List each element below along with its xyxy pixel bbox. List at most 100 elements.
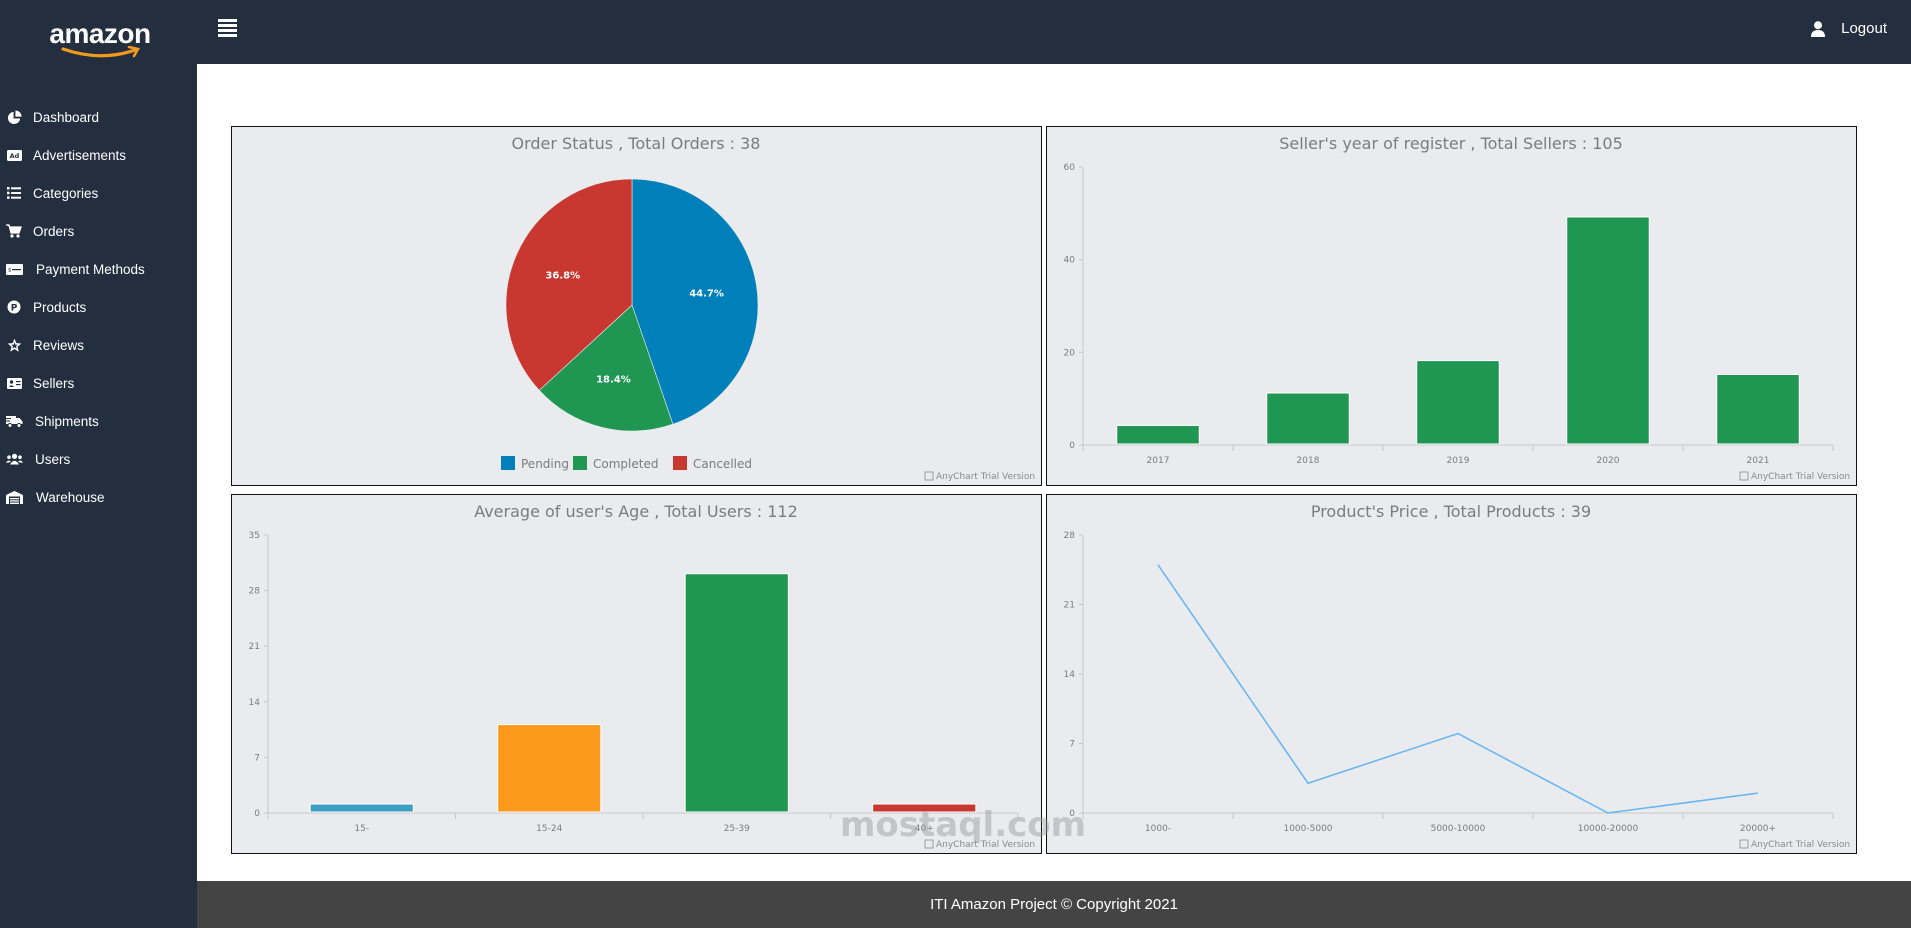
sidebar-item-payment-methods[interactable]: $ Payment Methods	[0, 250, 197, 288]
sidebar-item-label: Warehouse	[36, 489, 105, 505]
y-tick-label: 0	[1069, 809, 1075, 819]
chart-title: Order Status , Total Orders : 38	[512, 134, 761, 153]
bar-25-39	[684, 573, 789, 813]
hamburger-menu-icon[interactable]	[218, 19, 237, 38]
sidebar-item-dashboard[interactable]: Dashboard	[0, 98, 197, 136]
sidebar: amazon Dashboard Ad Advertisements Categ…	[0, 0, 197, 928]
chart-pie-icon	[6, 109, 22, 124]
ad-icon: Ad	[6, 148, 22, 162]
chart-credit: AnyChart Trial Version	[936, 840, 1035, 850]
amazon-logo[interactable]: amazon	[45, 18, 155, 58]
sidebar-item-label: Sellers	[33, 375, 75, 391]
shopping-cart-icon	[6, 224, 22, 238]
sidebar-item-label: Orders	[33, 223, 75, 239]
pie-slice-label: 44.7%	[689, 289, 724, 300]
sidebar-item-label: Shipments	[35, 413, 99, 429]
x-tick-label: 10000-20000	[1578, 824, 1639, 834]
y-tick-label: 14	[249, 698, 261, 708]
sidebar-item-sellers[interactable]: Sellers	[0, 364, 197, 402]
y-tick-label: 7	[1069, 740, 1075, 750]
users-age-bar-chart: Average of user's Age , Total Users : 11…	[249, 502, 1036, 850]
sidebar-item-orders[interactable]: Orders	[0, 212, 197, 250]
anychart-logo-icon	[924, 839, 934, 849]
sidebar-item-label: Dashboard	[33, 109, 100, 125]
list-icon	[6, 186, 22, 200]
legend-swatch-completed	[573, 456, 587, 470]
bar-2021	[1716, 374, 1800, 445]
y-tick-label: 21	[1064, 601, 1075, 611]
shipping-truck-icon	[6, 414, 23, 428]
user-icon	[1811, 20, 1826, 37]
anychart-logo-icon	[1739, 839, 1749, 849]
sidebar-item-label: Categories	[33, 185, 99, 201]
y-tick-label: 60	[1064, 163, 1076, 173]
y-tick-label: 7	[254, 753, 260, 763]
legend-item-label: Pending	[521, 457, 569, 471]
x-tick-label: 1000-	[1145, 824, 1171, 834]
users-age-chart-card: Average of user's Age , Total Users : 11…	[231, 494, 1042, 854]
id-card-icon	[6, 376, 22, 390]
sidebar-item-label: Reviews	[33, 337, 85, 353]
y-tick-label: 28	[1064, 531, 1076, 541]
sidebar-item-advertisements[interactable]: Ad Advertisements	[0, 136, 197, 174]
pie-slice-label: 18.4%	[596, 374, 631, 385]
chart-credit: AnyChart Trial Version	[1751, 472, 1850, 482]
chart-title: Seller's year of register , Total Seller…	[1279, 134, 1623, 153]
bar-2018	[1266, 392, 1350, 445]
sidebar-item-label: Users	[35, 451, 71, 467]
sidebar-item-reviews[interactable]: Reviews	[0, 326, 197, 364]
product-p-icon: P	[6, 300, 22, 314]
footer-copyright: ITI Amazon Project © Copyright 2021	[930, 896, 1178, 913]
anychart-logo-icon	[1739, 471, 1749, 481]
order-status-pie-chart: Order Status , Total Orders : 38 44.7% 18.…	[501, 134, 1035, 482]
sidebar-item-label: Products	[33, 299, 87, 315]
y-tick-label: 0	[254, 809, 260, 819]
y-tick-label: 14	[1064, 670, 1076, 680]
top-navbar: Logout	[197, 0, 1911, 64]
sidebar-item-label: Payment Methods	[36, 261, 145, 277]
x-tick-label: 2020	[1597, 456, 1620, 466]
legend-swatch-cancelled	[673, 456, 687, 470]
pie-slice-label: 36.8%	[545, 271, 580, 282]
sellers-year-bar-chart: Seller's year of register , Total Seller…	[1064, 134, 1851, 482]
x-tick-label: 40+	[915, 824, 934, 834]
logout-label: Logout	[1841, 20, 1887, 37]
y-tick-label: 40	[1064, 256, 1076, 266]
product-price-line-chart: Product's Price , Total Products : 39 0 7 1…	[1064, 502, 1851, 850]
x-tick-label: 5000-10000	[1431, 824, 1486, 834]
sidebar-item-warehouse[interactable]: Warehouse	[0, 478, 197, 516]
dashboard-main: Order Status , Total Orders : 38 44.7% 18.…	[197, 64, 1911, 881]
x-tick-label: 20000+	[1740, 824, 1776, 834]
chart-title: Average of user's Age , Total Users : 11…	[474, 502, 798, 521]
order-status-chart-card: Order Status , Total Orders : 38 44.7% 18.…	[231, 126, 1042, 486]
bar-15-24	[497, 724, 602, 813]
chart-title: Product's Price , Total Products : 39	[1311, 502, 1591, 521]
x-tick-label: 25-39	[724, 824, 750, 834]
sidebar-item-users[interactable]: Users	[0, 440, 197, 478]
sidebar-item-label: Advertisements	[33, 147, 127, 163]
legend-item-label: Completed	[593, 457, 658, 471]
x-tick-label: 15-24	[536, 824, 562, 834]
users-icon	[6, 452, 23, 466]
y-tick-label: 20	[1064, 348, 1076, 358]
legend-item-label: Cancelled	[693, 457, 752, 471]
bar-2020	[1566, 216, 1650, 445]
anychart-logo-icon	[924, 471, 934, 481]
logout-button[interactable]: Logout	[1811, 20, 1887, 37]
x-tick-label: 2019	[1447, 456, 1470, 466]
svg-text:Ad: Ad	[9, 152, 19, 160]
x-tick-label: 1000-5000	[1283, 824, 1332, 834]
amazon-smile-icon	[61, 46, 141, 58]
bar-15-	[309, 803, 414, 813]
sidebar-item-categories[interactable]: Categories	[0, 174, 197, 212]
svg-text:$: $	[8, 267, 12, 273]
footer: ITI Amazon Project © Copyright 2021	[197, 881, 1911, 928]
y-tick-label: 35	[249, 531, 260, 541]
bar-2017	[1116, 424, 1200, 445]
sidebar-nav: Dashboard Ad Advertisements Categories O…	[0, 98, 197, 516]
sidebar-item-shipments[interactable]: Shipments	[0, 402, 197, 440]
sidebar-item-products[interactable]: P Products	[0, 288, 197, 326]
legend-swatch-pending	[501, 456, 515, 470]
product-price-chart-card: Product's Price , Total Products : 39 0 7 1…	[1046, 494, 1857, 854]
chart-credit: AnyChart Trial Version	[1751, 840, 1850, 850]
